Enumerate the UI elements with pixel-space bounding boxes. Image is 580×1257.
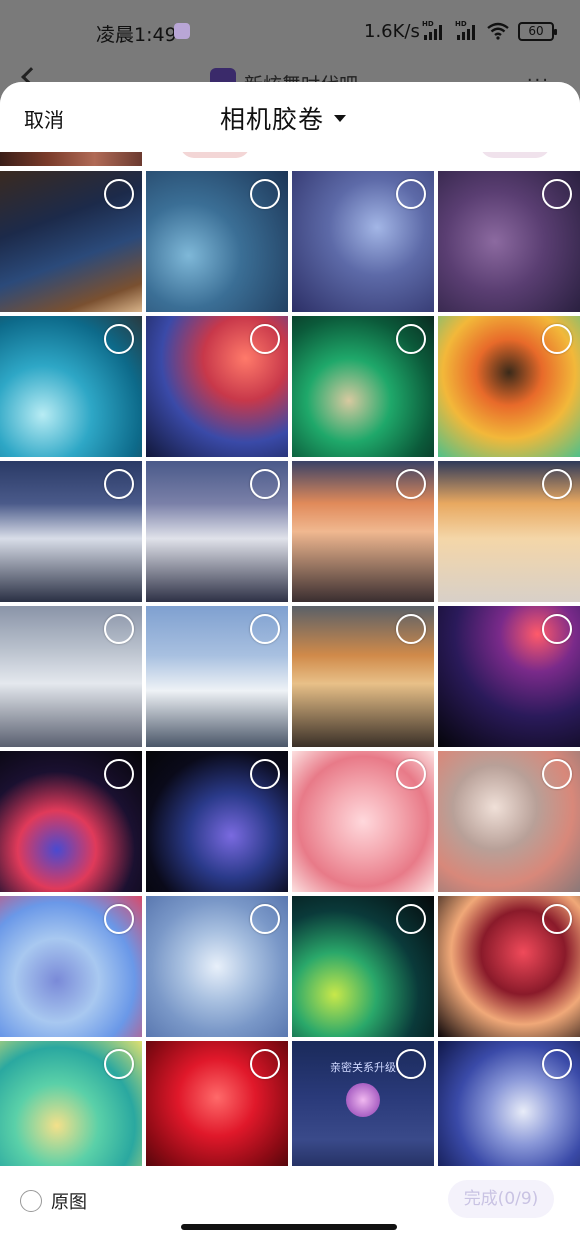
photo-thumbnail[interactable] bbox=[0, 606, 142, 747]
heart-gem-icon bbox=[346, 1083, 380, 1117]
select-circle-icon[interactable] bbox=[250, 759, 280, 789]
peek-shape bbox=[480, 152, 550, 158]
select-circle-icon[interactable] bbox=[396, 324, 426, 354]
photo-grid-scroll[interactable]: 亲密关系升级 bbox=[0, 152, 580, 1166]
select-circle-icon[interactable] bbox=[250, 469, 280, 499]
select-circle-icon[interactable] bbox=[104, 759, 134, 789]
photo-thumbnail[interactable] bbox=[438, 1041, 580, 1166]
photo-thumbnail[interactable] bbox=[0, 751, 142, 892]
photo-thumbnail[interactable] bbox=[438, 316, 580, 457]
screen: 凌晨1:49 1.6K/s HD HD 60 新炫舞吋代吧 ··· 取消 相机胶… bbox=[0, 0, 580, 1257]
peek-shape bbox=[180, 152, 250, 158]
select-circle-icon[interactable] bbox=[104, 179, 134, 209]
photo-grid: 亲密关系升级 bbox=[0, 171, 580, 1166]
picker-header: 取消 相机胶卷 bbox=[0, 82, 580, 152]
select-circle-icon[interactable] bbox=[104, 324, 134, 354]
photo-thumbnail[interactable] bbox=[438, 751, 580, 892]
photo-thumbnail[interactable] bbox=[146, 171, 288, 312]
photo-picker-sheet: 取消 相机胶卷 亲密关系升级 原图 完成(0/9) bbox=[0, 82, 580, 1257]
select-circle-icon[interactable] bbox=[396, 904, 426, 934]
photo-thumbnail[interactable] bbox=[438, 606, 580, 747]
select-circle-icon[interactable] bbox=[104, 614, 134, 644]
wifi-icon bbox=[487, 22, 509, 40]
photo-thumbnail[interactable] bbox=[438, 896, 580, 1037]
photo-thumbnail[interactable] bbox=[146, 606, 288, 747]
photo-thumbnail[interactable] bbox=[292, 751, 434, 892]
previous-row-peek bbox=[0, 152, 580, 168]
select-circle-icon[interactable] bbox=[396, 614, 426, 644]
network-speed: 1.6K/s bbox=[364, 21, 420, 42]
select-circle-icon[interactable] bbox=[542, 179, 572, 209]
done-button[interactable]: 完成(0/9) bbox=[448, 1180, 554, 1218]
album-selector[interactable]: 相机胶卷 bbox=[220, 100, 347, 136]
select-circle-icon[interactable] bbox=[396, 1049, 426, 1079]
photo-thumbnail[interactable] bbox=[438, 461, 580, 602]
photo-thumbnail[interactable] bbox=[0, 1041, 142, 1166]
photo-thumbnail[interactable] bbox=[146, 1041, 288, 1166]
select-circle-icon[interactable] bbox=[104, 1049, 134, 1079]
original-image-toggle[interactable]: 原图 bbox=[20, 1188, 87, 1214]
select-circle-icon[interactable] bbox=[542, 759, 572, 789]
select-circle-icon[interactable] bbox=[104, 469, 134, 499]
select-circle-icon[interactable] bbox=[250, 1049, 280, 1079]
peek-thumb bbox=[0, 152, 142, 166]
select-circle-icon[interactable] bbox=[396, 469, 426, 499]
caret-down-icon bbox=[334, 114, 347, 122]
photo-thumbnail[interactable] bbox=[292, 316, 434, 457]
battery-icon: 60 bbox=[518, 22, 557, 41]
select-circle-icon[interactable] bbox=[104, 904, 134, 934]
radio-icon bbox=[20, 1190, 42, 1212]
photo-thumbnail[interactable] bbox=[0, 461, 142, 602]
select-circle-icon[interactable] bbox=[542, 324, 572, 354]
photo-thumbnail[interactable] bbox=[146, 316, 288, 457]
photo-thumbnail[interactable] bbox=[292, 171, 434, 312]
photo-thumbnail[interactable] bbox=[0, 316, 142, 457]
photo-thumbnail[interactable] bbox=[292, 461, 434, 602]
photo-thumbnail[interactable]: 亲密关系升级 bbox=[292, 1041, 434, 1166]
photo-thumbnail[interactable] bbox=[292, 606, 434, 747]
status-bar: 凌晨1:49 1.6K/s HD HD 60 bbox=[0, 0, 580, 64]
photo-thumbnail[interactable] bbox=[146, 461, 288, 602]
album-title: 相机胶卷 bbox=[220, 105, 325, 134]
select-circle-icon[interactable] bbox=[396, 179, 426, 209]
signal-icon-2 bbox=[457, 24, 479, 40]
select-circle-icon[interactable] bbox=[542, 1049, 572, 1079]
photo-thumbnail[interactable] bbox=[438, 171, 580, 312]
select-circle-icon[interactable] bbox=[542, 614, 572, 644]
picker-footer: 原图 完成(0/9) bbox=[0, 1166, 580, 1257]
status-time: 凌晨1:49 bbox=[96, 24, 177, 46]
photo-thumbnail[interactable] bbox=[146, 751, 288, 892]
notification-app-icon bbox=[174, 23, 190, 39]
select-circle-icon[interactable] bbox=[542, 904, 572, 934]
select-circle-icon[interactable] bbox=[250, 614, 280, 644]
photo-thumbnail[interactable] bbox=[146, 896, 288, 1037]
select-circle-icon[interactable] bbox=[250, 904, 280, 934]
home-indicator[interactable] bbox=[181, 1224, 397, 1230]
select-circle-icon[interactable] bbox=[542, 469, 572, 499]
select-circle-icon[interactable] bbox=[396, 759, 426, 789]
original-label: 原图 bbox=[51, 1192, 87, 1213]
select-circle-icon[interactable] bbox=[250, 324, 280, 354]
cancel-button[interactable]: 取消 bbox=[24, 104, 64, 133]
select-circle-icon[interactable] bbox=[250, 179, 280, 209]
photo-thumbnail[interactable] bbox=[0, 171, 142, 312]
signal-icon bbox=[424, 24, 446, 40]
photo-thumbnail[interactable] bbox=[0, 896, 142, 1037]
photo-thumbnail[interactable] bbox=[292, 896, 434, 1037]
